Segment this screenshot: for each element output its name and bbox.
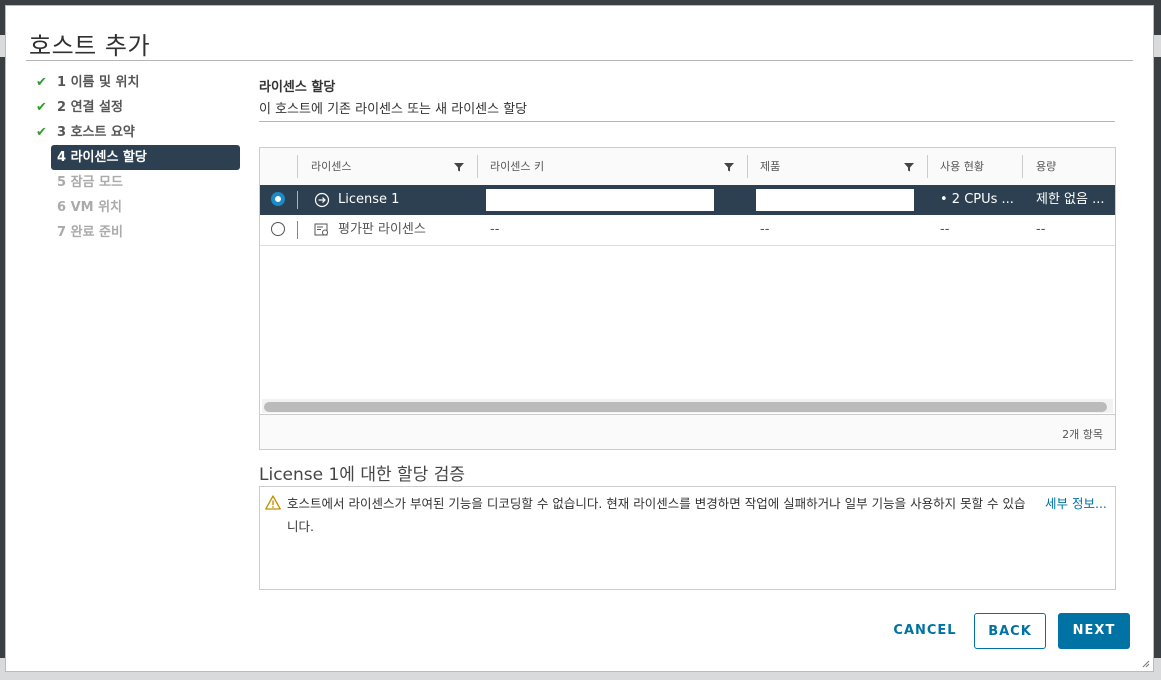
column-header-license-key[interactable]: 라이센스 키 — [490, 148, 544, 185]
license-key-value: -- — [490, 222, 500, 237]
filter-icon[interactable] — [454, 162, 464, 172]
step-ready-to-complete: 7 완료 준비 — [28, 220, 242, 245]
add-host-dialog: 호스트 추가 ✔ 1 이름 및 위치 ✔ 2 연결 설정 ✔ 3 호스트 요약 … — [5, 5, 1154, 672]
step-name-location[interactable]: ✔ 1 이름 및 위치 — [28, 70, 242, 95]
back-button[interactable]: BACK — [974, 613, 1046, 649]
filter-icon[interactable] — [904, 162, 914, 172]
usage-value: -- — [940, 222, 950, 237]
next-button[interactable]: NEXT — [1058, 613, 1130, 649]
grid-header: 라이센스 라이센스 키 제품 사용 현황 용량 — [260, 148, 1115, 186]
step-connection-settings[interactable]: ✔ 2 연결 설정 — [28, 95, 242, 120]
section-subtitle: 이 호스트에 기존 라이센스 또는 새 라이센스 할당 — [259, 102, 528, 117]
grid-footer: 2개 항목 — [260, 414, 1115, 449]
table-row[interactable]: 평가판 라이센스 -- -- -- -- — [260, 215, 1115, 246]
column-header-usage[interactable]: 사용 현황 — [940, 148, 984, 185]
step-assign-license[interactable]: 4 라이센스 할당 — [51, 145, 240, 170]
column-separator[interactable] — [477, 155, 478, 178]
product-value: -- — [760, 222, 770, 237]
column-separator[interactable] — [927, 155, 928, 178]
validation-message: 호스트에서 라이센스가 부여된 기능을 디코딩할 수 없습니다. 현재 라이센스… — [287, 496, 1026, 534]
row-radio[interactable] — [271, 222, 285, 236]
step-label: 2 연결 설정 — [57, 100, 123, 115]
step-label: 7 완료 준비 — [57, 225, 123, 240]
horizontal-scrollbar[interactable] — [262, 399, 1113, 413]
validation-message-box: 호스트에서 라이센스가 부여된 기능을 디코딩할 수 없습니다. 현재 라이센스… — [259, 486, 1116, 590]
license-grid: 라이센스 라이센스 키 제품 사용 현황 용량 License 1 • 2 CP… — [259, 147, 1116, 450]
item-count: 2개 항목 — [1062, 428, 1103, 441]
check-icon: ✔ — [36, 125, 47, 140]
column-separator[interactable] — [747, 155, 748, 178]
license-name: License 1 — [338, 192, 400, 207]
step-label: 1 이름 및 위치 — [57, 75, 140, 90]
arrow-circle-icon — [314, 192, 330, 208]
title-divider — [26, 60, 1133, 61]
column-header-license[interactable]: 라이센스 — [311, 148, 351, 185]
step-label: 6 VM 위치 — [57, 200, 123, 215]
scrollbar-thumb[interactable] — [264, 402, 1107, 412]
details-link[interactable]: 세부 정보... — [1045, 492, 1107, 515]
usage-value: • 2 CPUs ... — [940, 192, 1014, 207]
cancel-button[interactable]: CANCEL — [882, 613, 968, 649]
wizard-steps: ✔ 1 이름 및 위치 ✔ 2 연결 설정 ✔ 3 호스트 요약 4 라이센스 … — [28, 70, 242, 245]
filter-icon[interactable] — [724, 162, 734, 172]
row-separator — [297, 221, 298, 239]
capacity-value: 제한 없음 ... — [1036, 192, 1105, 207]
check-icon: ✔ — [36, 100, 47, 115]
column-header-product[interactable]: 제품 — [760, 148, 780, 185]
step-lockdown-mode: 5 잠금 모드 — [28, 170, 242, 195]
step-label: 4 라이센스 할당 — [57, 150, 147, 165]
validation-title: License 1에 대한 할당 검증 — [259, 465, 466, 485]
license-doc-icon — [314, 223, 328, 236]
step-label: 5 잠금 모드 — [57, 175, 123, 190]
license-key-redacted — [486, 189, 714, 211]
dialog-title: 호스트 추가 — [29, 32, 151, 60]
product-redacted — [756, 189, 914, 211]
column-header-capacity[interactable]: 용량 — [1036, 148, 1056, 185]
table-row[interactable]: License 1 • 2 CPUs ... 제한 없음 ... — [260, 185, 1115, 215]
warning-icon — [265, 495, 281, 510]
section-divider — [259, 121, 1115, 122]
resize-handle-icon[interactable] — [1140, 658, 1150, 668]
check-icon: ✔ — [36, 75, 47, 90]
capacity-value: -- — [1036, 222, 1046, 237]
row-separator — [297, 191, 298, 209]
column-separator[interactable] — [1022, 155, 1023, 178]
step-host-summary[interactable]: ✔ 3 호스트 요약 — [28, 120, 242, 145]
license-name: 평가판 라이센스 — [338, 222, 426, 237]
section-title: 라이센스 할당 — [259, 80, 336, 95]
step-vm-location: 6 VM 위치 — [28, 195, 242, 220]
step-label: 3 호스트 요약 — [57, 125, 135, 140]
column-separator — [297, 155, 298, 178]
row-radio-selected[interactable] — [271, 192, 285, 206]
